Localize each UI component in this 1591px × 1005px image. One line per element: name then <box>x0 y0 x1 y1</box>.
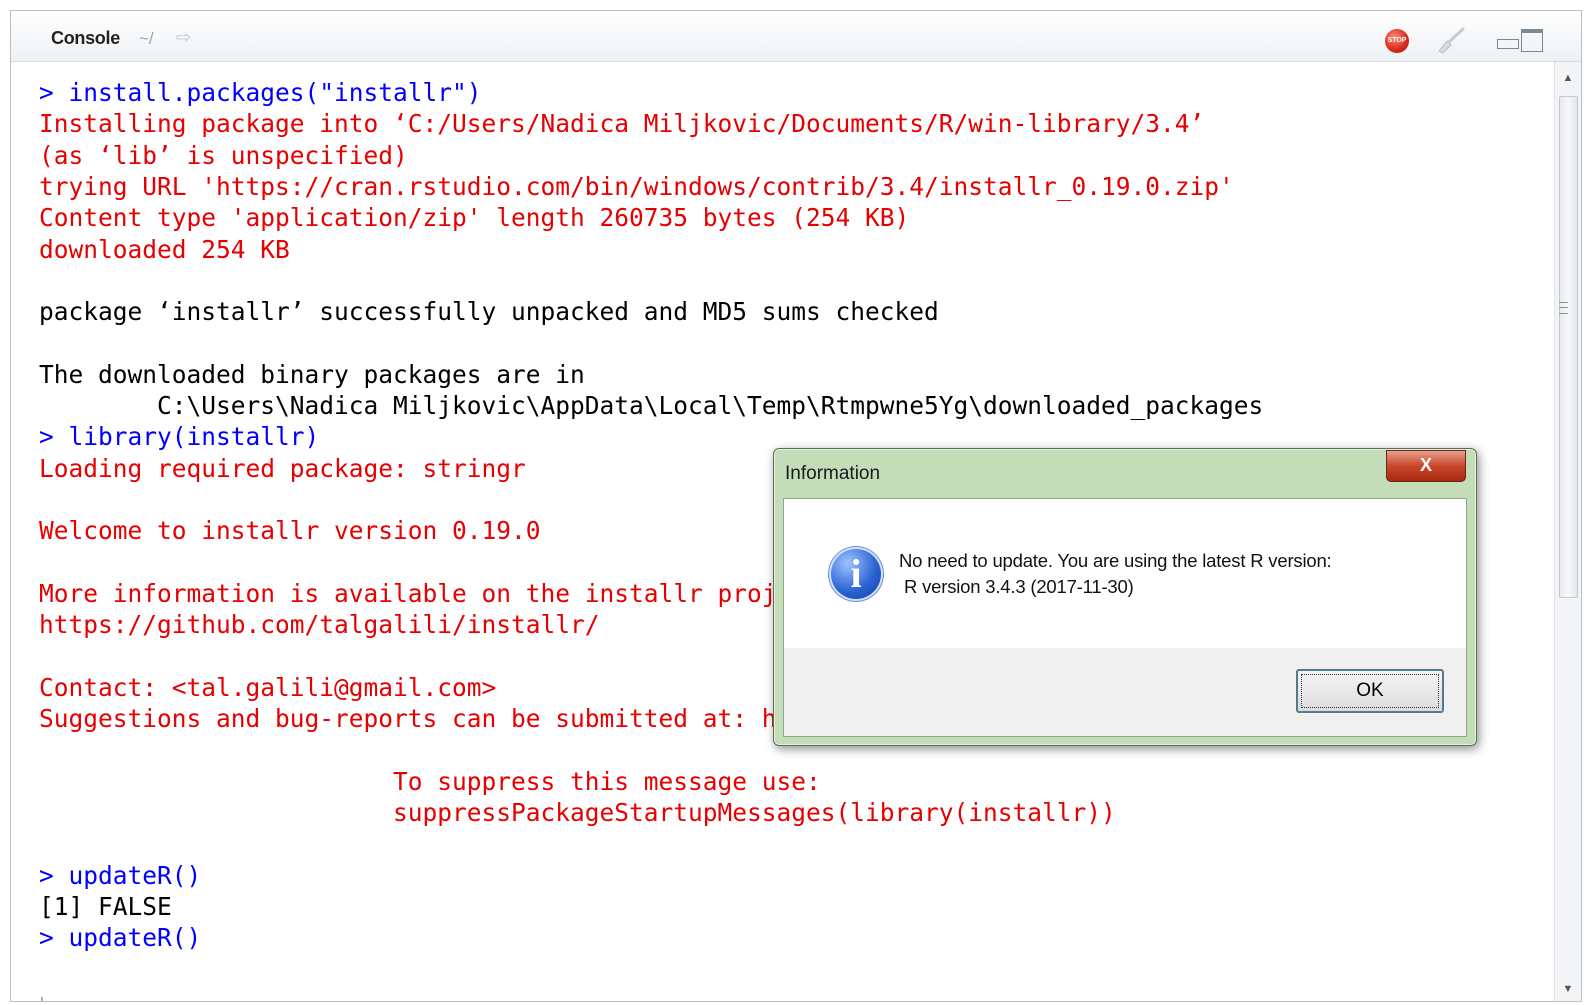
console-line: > install.packages("installr") <box>39 78 482 107</box>
console-line: trying URL 'https://cran.rstudio.com/bin… <box>39 171 1234 201</box>
console-line: Contact: <tal.galili@gmail.com> <box>39 672 497 702</box>
scroll-down-arrow-icon[interactable]: ▼ <box>1555 981 1581 997</box>
scroll-up-arrow-icon[interactable]: ▲ <box>1555 70 1581 86</box>
console-line: suppressPackageStartupMessages(library(i… <box>39 797 1116 827</box>
console-line: downloaded 254 KB <box>39 234 290 264</box>
close-icon[interactable]: X <box>1386 450 1466 482</box>
dialog-message-line2: R version 3.4.3 (2017-11-30) <box>904 576 1134 597</box>
console-line: Welcome to installr version 0.19.0 <box>39 516 541 546</box>
information-icon: i <box>829 547 883 601</box>
minimize-icon[interactable] <box>1497 39 1519 49</box>
console-line: [1] FALSE <box>39 891 172 921</box>
console-line: Loading required package: stringr <box>39 453 526 483</box>
console-line: To suppress this message use: <box>39 766 821 796</box>
console-header: Console ~/ ⇨ STOP <box>11 11 1581 62</box>
console-line: https://github.com/talgalili/installr/ <box>39 610 600 640</box>
console-line: Content type 'application/zip' length 26… <box>39 203 910 233</box>
dialog-message-area: i No need to update. You are using the l… <box>784 499 1466 648</box>
maximize-icon[interactable] <box>1521 29 1543 52</box>
information-dialog: Information X i No need to update. You a… <box>773 448 1477 746</box>
dialog-message-line1: No need to update. You are using the lat… <box>899 550 1332 571</box>
ok-button[interactable]: OK <box>1296 669 1444 713</box>
input-caret[interactable] <box>41 997 43 1001</box>
dialog-title: Information <box>785 463 881 484</box>
console-line: C:\Users\Nadica Miljkovic\AppData\Local\… <box>39 391 1264 420</box>
scrollbar-thumb[interactable] <box>1559 96 1578 598</box>
dialog-client-area: i No need to update. You are using the l… <box>783 498 1467 737</box>
console-line: (as ‘lib’ is unspecified) <box>39 140 408 170</box>
clear-console-icon[interactable] <box>1433 27 1467 55</box>
goto-directory-icon[interactable]: ⇨ <box>176 28 200 46</box>
console-line: Installing package into ‘C:/Users/Nadica… <box>39 109 1205 139</box>
console-line: The downloaded binary packages are in <box>39 359 585 389</box>
console-line: package ‘installr’ successfully unpacked… <box>39 297 939 327</box>
console-line: > library(installr) <box>39 422 320 452</box>
vertical-scrollbar[interactable]: ▲ ▼ <box>1554 62 1581 1001</box>
working-directory: ~/ <box>139 29 154 48</box>
pane-title[interactable]: Console <box>51 28 120 49</box>
console-line: > updateR() <box>39 860 202 890</box>
console-line: > updateR() <box>39 923 202 953</box>
stop-icon[interactable]: STOP <box>1385 29 1409 53</box>
scrollbar-grip-icon <box>1559 302 1568 314</box>
